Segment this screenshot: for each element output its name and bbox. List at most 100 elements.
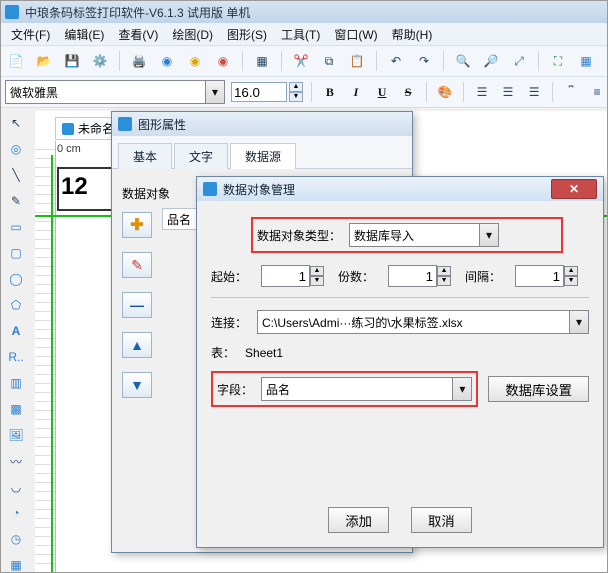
chevron-down-icon[interactable]: ▾: [479, 224, 498, 246]
menu-shape[interactable]: 图形(S): [221, 24, 273, 45]
settings-icon[interactable]: ⚙️: [89, 50, 111, 72]
close-button[interactable]: ✕: [551, 179, 597, 199]
bold-button[interactable]: B: [320, 81, 340, 103]
spin-down[interactable]: ▼: [310, 276, 324, 286]
move-up-button[interactable]: ▲: [122, 332, 152, 358]
move-down-button[interactable]: ▼: [122, 372, 152, 398]
tab-datasource[interactable]: 数据源: [230, 143, 296, 169]
font-size-field[interactable]: ▲▼: [231, 82, 303, 102]
grid-icon[interactable]: ▦: [575, 50, 597, 72]
font-size-up[interactable]: ▲: [289, 82, 303, 92]
align-right-icon[interactable]: ☰: [524, 81, 544, 103]
spin-down[interactable]: ▼: [437, 276, 451, 286]
count-input[interactable]: [388, 265, 437, 287]
start-input[interactable]: [261, 265, 310, 287]
zoom-out-icon[interactable]: 🔎: [480, 50, 502, 72]
color-picker-icon[interactable]: 🎨: [435, 81, 455, 103]
type-combo[interactable]: 数据库导入 ▾: [349, 223, 499, 247]
strike-button[interactable]: S: [398, 81, 418, 103]
tab-basic[interactable]: 基本: [118, 143, 172, 169]
app-titlebar: 中琅条码标签打印软件-V6.1.3 试用版 单机: [1, 1, 607, 23]
database-yellow-icon[interactable]: ◉: [184, 50, 206, 72]
table-icon[interactable]: ▦: [251, 50, 273, 72]
menu-help[interactable]: 帮助(H): [386, 24, 439, 45]
barcode-tool-icon[interactable]: ▥: [5, 373, 27, 393]
chevron-down-icon[interactable]: ▾: [569, 311, 588, 333]
toolbar-format: 微软雅黑 ▾ ▲▼ B I U S 🎨 ☰ ☰ ☰ ⎴ ≡: [1, 77, 607, 108]
gap-spin[interactable]: ▲▼: [515, 265, 578, 287]
cancel-button[interactable]: 取消: [411, 507, 472, 533]
menu-tools[interactable]: 工具(T): [275, 24, 326, 45]
valign-top-icon[interactable]: ⎴: [561, 81, 581, 103]
fit-icon[interactable]: ⛶: [547, 50, 569, 72]
pen-tool-icon[interactable]: ✎: [5, 191, 27, 211]
conn-combo[interactable]: C:\Users\Admi···练习的\水果标签.xlsx ▾: [257, 310, 589, 334]
font-name-combo[interactable]: 微软雅黑 ▾: [5, 80, 225, 104]
target-tool-icon[interactable]: ◎: [5, 139, 27, 159]
window-icon: [118, 117, 132, 131]
menu-draw[interactable]: 绘图(D): [166, 24, 219, 45]
new-icon[interactable]: 📄: [5, 50, 27, 72]
copy-icon[interactable]: ⧉: [318, 50, 340, 72]
document-icon: [62, 123, 74, 135]
text-tool-icon[interactable]: A: [5, 321, 27, 341]
spin-up[interactable]: ▲: [310, 266, 324, 276]
edit-object-button[interactable]: ✎: [122, 252, 152, 278]
gap-input[interactable]: [515, 265, 564, 287]
spin-up[interactable]: ▲: [437, 266, 451, 276]
add-object-button[interactable]: ✚: [122, 212, 152, 238]
image-tool-icon[interactable]: 🖼: [5, 425, 27, 445]
zoom-in-icon[interactable]: 🔍: [452, 50, 474, 72]
font-size-down[interactable]: ▼: [289, 92, 303, 102]
database-red-icon[interactable]: ◉: [212, 50, 234, 72]
zoom-reset-icon[interactable]: ⤢: [508, 50, 530, 72]
spin-up[interactable]: ▲: [564, 266, 578, 276]
remove-object-button[interactable]: —: [122, 292, 152, 318]
cut-icon[interactable]: ✂️: [290, 50, 312, 72]
tab-text[interactable]: 文字: [174, 143, 228, 169]
spin-down[interactable]: ▼: [564, 276, 578, 286]
ellipse-tool-icon[interactable]: ◯: [5, 269, 27, 289]
font-size-value[interactable]: [231, 82, 287, 102]
menu-file[interactable]: 文件(F): [5, 24, 56, 45]
chevron-down-icon[interactable]: ▾: [205, 81, 224, 103]
start-spin[interactable]: ▲▼: [261, 265, 324, 287]
rect-tool-icon[interactable]: ▭: [5, 217, 27, 237]
pointer-tool-icon[interactable]: ↖: [5, 113, 27, 133]
paste-icon[interactable]: 📋: [346, 50, 368, 72]
separator: [538, 51, 539, 71]
valign-middle-icon[interactable]: ≡: [587, 81, 607, 103]
grid-tool-icon[interactable]: ▦: [5, 555, 27, 573]
qrcode-tool-icon[interactable]: ▩: [5, 399, 27, 419]
align-center-icon[interactable]: ☰: [498, 81, 518, 103]
properties-titlebar[interactable]: 图形属性: [112, 112, 412, 136]
print-icon[interactable]: 🖨️: [128, 50, 150, 72]
line-tool-icon[interactable]: ╲: [5, 165, 27, 185]
arc-tool-icon[interactable]: ◡: [5, 477, 27, 497]
italic-button[interactable]: I: [346, 81, 366, 103]
polygon-tool-icon[interactable]: ⬠: [5, 295, 27, 315]
align-left-icon[interactable]: ☰: [472, 81, 492, 103]
database-blue-icon[interactable]: ◉: [156, 50, 178, 72]
db-settings-button[interactable]: 数据库设置: [488, 376, 589, 402]
roundrect-tool-icon[interactable]: ▢: [5, 243, 27, 263]
add-button[interactable]: 添加: [328, 507, 389, 533]
redo-icon[interactable]: ↷: [413, 50, 435, 72]
sector-tool-icon[interactable]: ◔: [5, 503, 27, 523]
menu-view[interactable]: 查看(V): [112, 24, 164, 45]
ruler-origin-label: 0 cm: [57, 143, 81, 155]
gap-label: 间隔：: [465, 268, 501, 285]
richtext-tool-icon[interactable]: R..: [5, 347, 27, 367]
undo-icon[interactable]: ↶: [385, 50, 407, 72]
gauge-tool-icon[interactable]: ◷: [5, 529, 27, 549]
mgmt-titlebar[interactable]: 数据对象管理 ✕: [197, 177, 603, 201]
menu-edit[interactable]: 编辑(E): [58, 24, 110, 45]
menu-window[interactable]: 窗口(W): [328, 24, 383, 45]
save-icon[interactable]: 💾: [61, 50, 83, 72]
count-spin[interactable]: ▲▼: [388, 265, 451, 287]
underline-button[interactable]: U: [372, 81, 392, 103]
field-combo[interactable]: 品名 ▾: [261, 377, 472, 401]
curve-tool-icon[interactable]: 〰: [5, 451, 27, 471]
open-icon[interactable]: 📂: [33, 50, 55, 72]
chevron-down-icon[interactable]: ▾: [452, 378, 471, 400]
